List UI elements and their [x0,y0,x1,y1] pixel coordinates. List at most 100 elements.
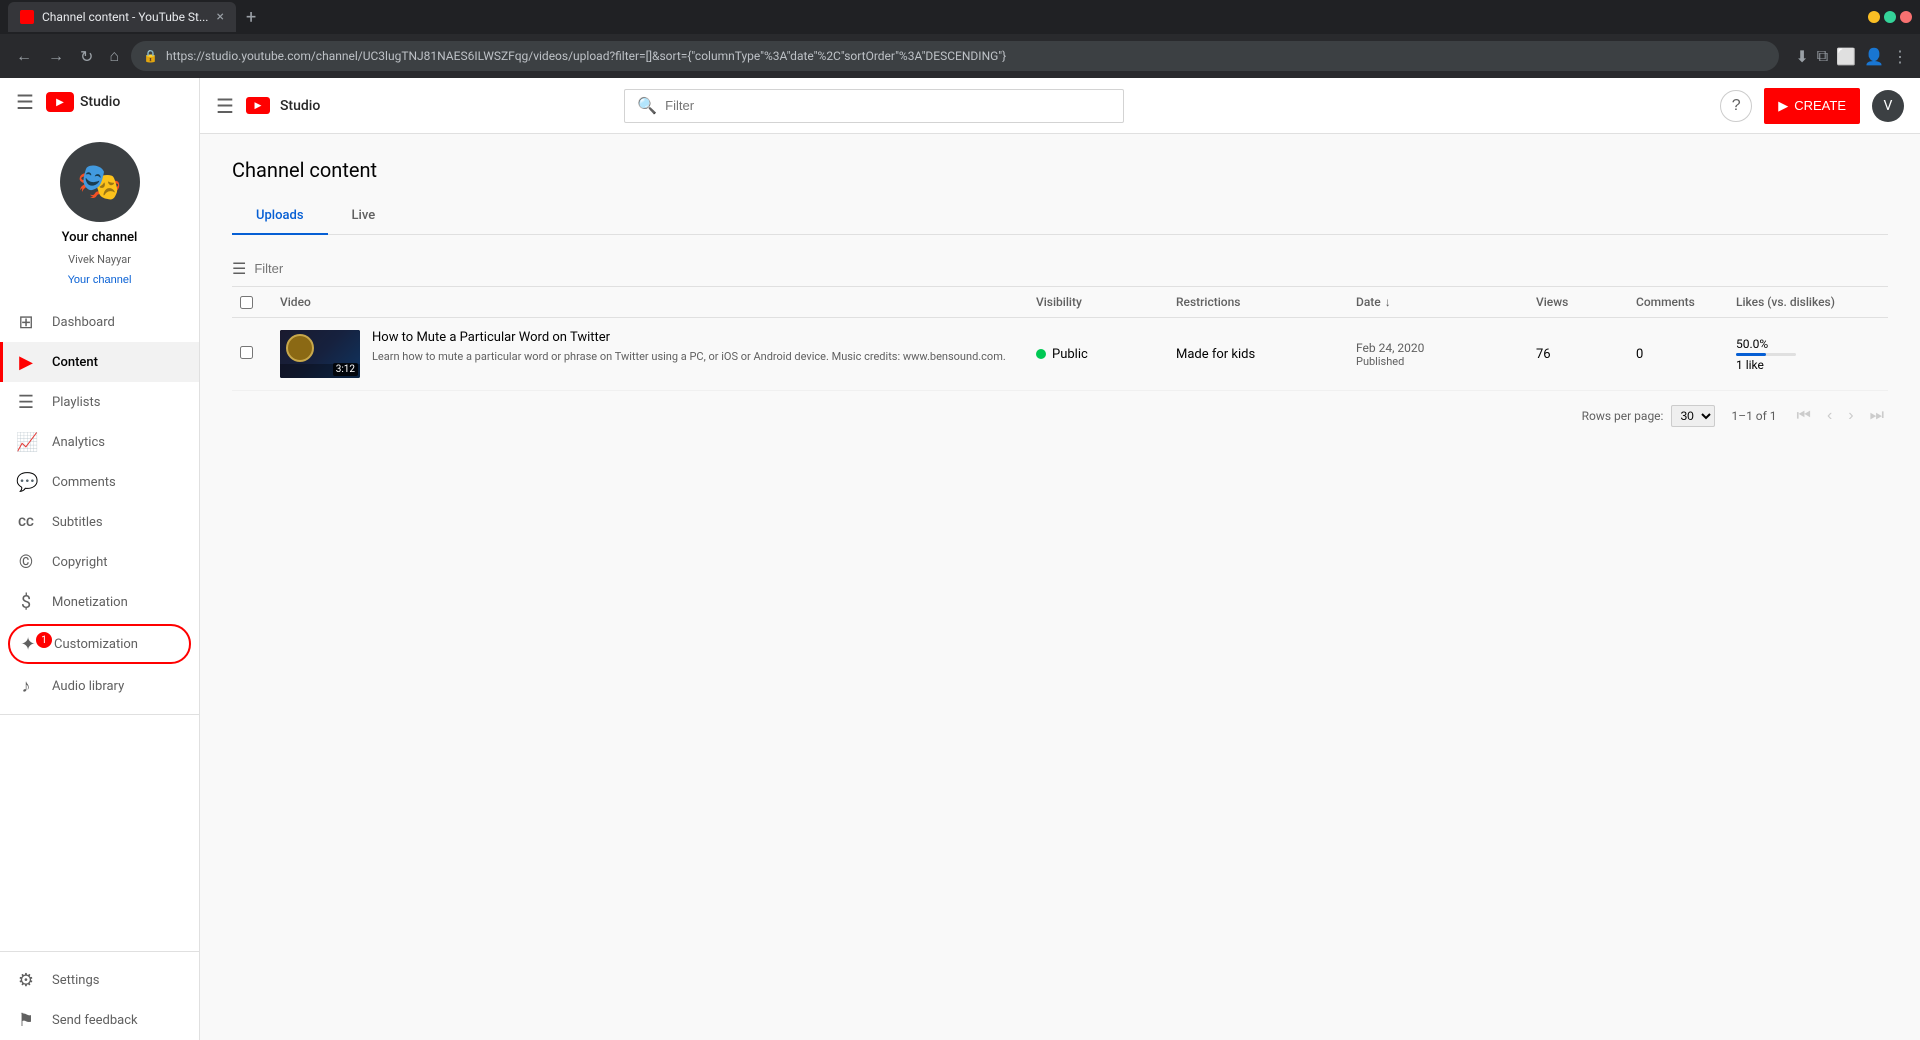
nav-item-comments[interactable]: 💬 Comments [0,462,199,502]
topbar-logo[interactable]: ▶ Studio [246,97,320,114]
user-avatar[interactable]: V [1872,90,1904,122]
settings-icon: ⚙ [16,970,36,991]
header-comments: Comments [1628,295,1728,309]
bookmarks-icon[interactable]: ⧉ [1817,46,1828,66]
content-area: Channel content Uploads Live ☰ V [200,134,1920,1040]
tab-close-icon[interactable]: × [216,9,223,25]
select-all-checkbox[interactable] [240,296,253,309]
filter-row: ☰ [232,251,1888,287]
sidebar: ☰ Studio 🎭 Your channel Vivek Nayyar You… [0,78,200,1040]
nav-item-copyright[interactable]: © Copyright [0,542,199,582]
channel-name: Your channel [62,230,138,245]
row-restrictions-cell: Made for kids [1168,347,1348,362]
channel-avatar[interactable]: 🎭 [60,142,140,222]
monetization-label: Monetization [52,595,128,610]
date-status: Published [1356,355,1520,368]
header-views: Views [1528,295,1628,309]
channel-info: 🎭 Your channel Vivek Nayyar Your channel [0,126,199,302]
topbar-hamburger-icon[interactable]: ☰ [216,94,234,118]
nav-item-audio-library[interactable]: ♪ Audio library [0,666,199,706]
header-date[interactable]: Date ↓ [1348,295,1528,309]
nav-item-dashboard[interactable]: ⊞ Dashboard [0,302,199,342]
tab-title: Channel content - YouTube St... [42,10,208,24]
video-title[interactable]: How to Mute a Particular Word on Twitter [372,330,1020,345]
row-video-cell: 3:12 How to Mute a Particular Word on Tw… [272,330,1028,378]
content-label: Content [52,355,98,370]
back-button[interactable]: ← [12,42,36,70]
copyright-label: Copyright [52,555,108,570]
nav-divider [0,714,199,715]
minimize-button[interactable] [1868,11,1880,23]
first-page-button[interactable]: ⏮ [1793,403,1815,429]
feedback-label: Send feedback [52,1013,138,1028]
next-page-button[interactable]: › [1844,403,1857,429]
likes-cell-inner: 50.0% 1 like [1736,337,1880,372]
app: ☰ Studio 🎭 Your channel Vivek Nayyar You… [0,78,1920,1040]
create-label: CREATE [1794,98,1846,113]
page-title: Channel content [232,158,1888,182]
page-info: 1–1 of 1 [1731,409,1776,423]
filter-icon[interactable]: ☰ [232,259,246,278]
table-header: Video Visibility Restrictions Date ↓ Vie… [232,287,1888,318]
visibility-dot [1036,349,1046,359]
search-input[interactable] [665,98,1111,113]
address-bar-row: ← → ↻ ⌂ 🔒 https://studio.youtube.com/cha… [0,34,1920,78]
nav-item-send-feedback[interactable]: ⚑ Send feedback [0,1000,199,1040]
yt-studio-logo[interactable]: Studio [46,92,120,112]
browser-tab[interactable]: Channel content - YouTube St... × [8,2,236,32]
user-initial: V [1884,98,1893,114]
maximize-button[interactable] [1884,11,1896,23]
create-button[interactable]: ▶ CREATE [1764,88,1860,124]
rows-per-page-select[interactable]: 30 [1671,405,1715,427]
row-checkbox[interactable] [240,346,253,359]
hamburger-icon[interactable]: ☰ [16,90,34,114]
browser-actions: ⬇ ⧉ ⬜ 👤 ⋮ [1795,46,1908,66]
monetization-icon: $ [16,592,36,613]
nav-item-analytics[interactable]: 📈 Analytics [0,422,199,462]
nav-item-content[interactable]: ▶ Content [0,342,199,382]
rows-per-page-label: Rows per page: [1582,409,1664,423]
menu-icon[interactable]: ⋮ [1892,47,1908,66]
browser-chrome: Channel content - YouTube St... × + [0,0,1920,34]
forward-button[interactable]: → [44,42,68,70]
tab-uploads[interactable]: Uploads [232,198,328,235]
comments-icon: 💬 [16,472,36,493]
topbar-actions: ? ▶ CREATE V [1720,88,1904,124]
playlists-label: Playlists [52,395,100,410]
likes-pct: 50.0% [1736,337,1880,351]
nav-item-playlists[interactable]: ☰ Playlists [0,382,199,422]
help-button[interactable]: ? [1720,90,1752,122]
header-visibility: Visibility [1028,295,1168,309]
youtube-logo-icon [46,92,74,112]
address-bar[interactable]: 🔒 https://studio.youtube.com/channel/UC3… [131,41,1779,71]
prev-page-button[interactable]: ‹ [1823,403,1836,429]
nav-item-monetization[interactable]: $ Monetization [0,582,199,622]
last-page-button[interactable]: ⏭ [1866,403,1888,429]
home-button[interactable]: ⌂ [105,42,123,70]
profile-icon[interactable]: 👤 [1864,47,1884,66]
search-bar: 🔍 [624,89,1124,123]
nav-item-subtitles[interactable]: CC Subtitles [0,502,199,542]
reload-button[interactable]: ↻ [76,43,97,70]
downloads-icon[interactable]: ⬇ [1795,47,1808,66]
help-icon: ? [1732,97,1741,115]
nav-item-settings[interactable]: ⚙ Settings [0,960,199,1000]
visibility-label: Public [1052,347,1088,362]
visibility-cell-inner: Public [1036,347,1160,362]
filter-input[interactable] [254,261,430,276]
video-duration: 3:12 [333,363,358,376]
audio-library-icon: ♪ [16,676,36,697]
video-thumbnail[interactable]: 3:12 [280,330,360,378]
likes-count: 1 like [1736,358,1880,372]
your-channel-link[interactable]: Your channel [68,274,132,286]
video-cell-inner: 3:12 How to Mute a Particular Word on Tw… [280,330,1020,378]
tab-live[interactable]: Live [328,198,400,235]
extensions-icon[interactable]: ⬜ [1836,47,1856,66]
nav-item-customization[interactable]: ✦ Customization 1 [8,624,191,664]
topbar: ☰ ▶ Studio 🔍 ? ▶ CREATE V [200,78,1920,134]
tab-favicon [20,10,34,24]
new-tab-button[interactable]: + [246,7,256,28]
table-row: 3:12 How to Mute a Particular Word on Tw… [232,318,1888,391]
comments-value: 0 [1636,347,1643,362]
close-button[interactable] [1900,11,1912,23]
